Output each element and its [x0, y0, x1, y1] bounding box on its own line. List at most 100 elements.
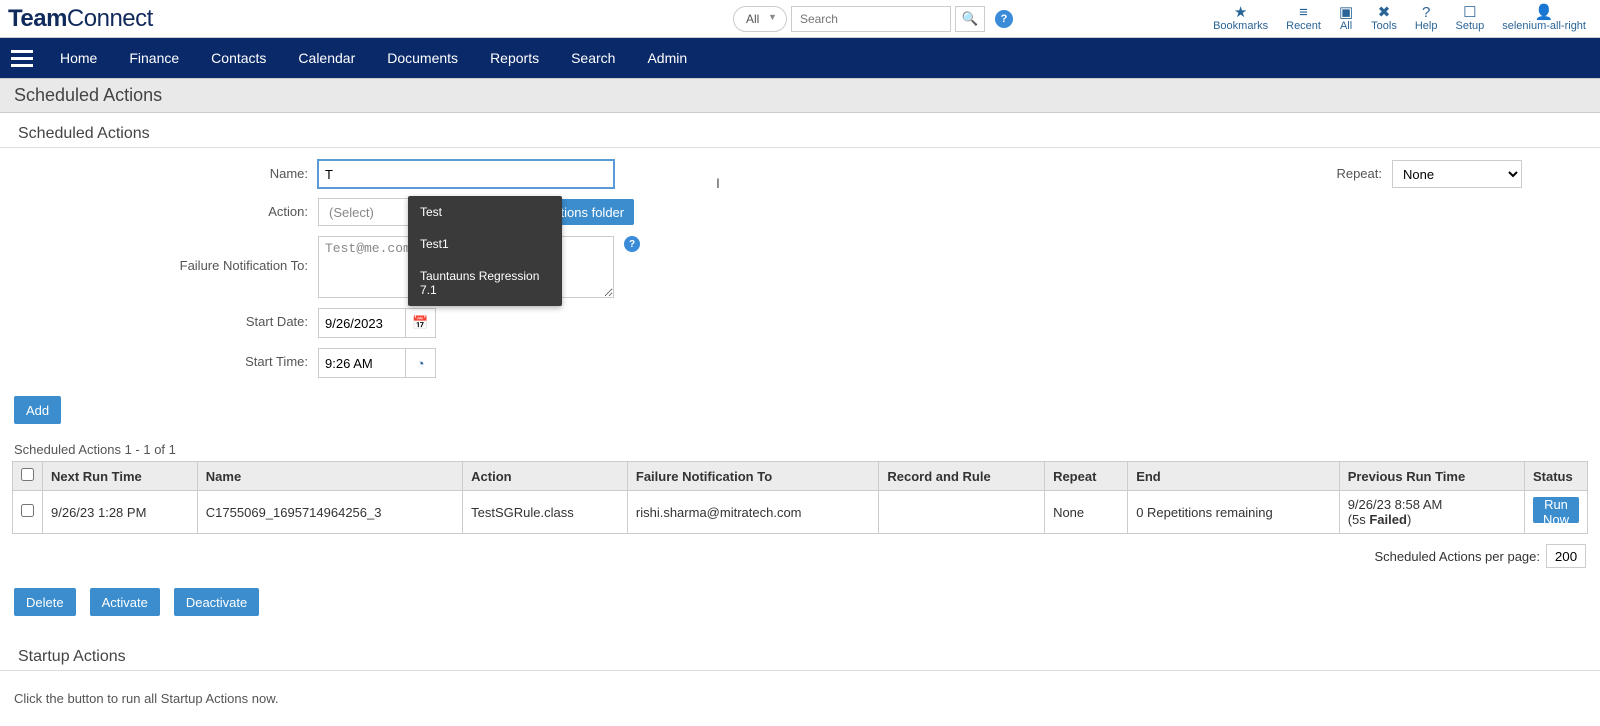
select-all-checkbox[interactable] [21, 468, 34, 481]
table-row: 9/26/23 1:28 PM C1755069_1695714964256_3… [13, 491, 1588, 534]
header-record-rule[interactable]: Record and Rule [879, 462, 1045, 491]
search-button[interactable]: 🔍 [955, 6, 985, 32]
add-row: Add [0, 388, 1600, 432]
section-title: Scheduled Actions [0, 113, 1600, 148]
brand-bold: Team [8, 5, 67, 32]
ac-item[interactable]: Test [408, 196, 562, 228]
search-filter-wrap: All [733, 6, 787, 32]
name-autocomplete: Test Test1 Tauntauns Regression 7.1 [408, 196, 562, 306]
row-start-date: Start Date: 📅 [18, 308, 658, 338]
nav-admin[interactable]: Admin [631, 38, 703, 78]
top-link-user[interactable]: 👤selenium-all-right [1502, 5, 1586, 32]
ac-item[interactable]: Test1 [408, 228, 562, 260]
row-failure-to: Failure Notification To: ? [18, 236, 658, 298]
star-icon: ★ [1234, 5, 1247, 20]
help-icon[interactable]: ? [995, 10, 1013, 28]
label-name: Name: [18, 160, 318, 188]
search-icon: 🔍 [962, 11, 979, 27]
label-failure-to: Failure Notification To: [18, 236, 318, 274]
monitor-icon: ☐ [1463, 5, 1476, 20]
top-link-bookmarks[interactable]: ★Bookmarks [1213, 5, 1268, 32]
search-filter-select[interactable]: All [733, 6, 787, 32]
cell-next-run: 9/26/23 1:28 PM [43, 491, 198, 534]
header-repeat[interactable]: Repeat [1045, 462, 1128, 491]
top-link-tools[interactable]: ✖Tools [1371, 5, 1397, 32]
nav-home[interactable]: Home [44, 38, 113, 78]
header-next-run[interactable]: Next Run Time [43, 462, 198, 491]
user-icon: 👤 [1535, 5, 1554, 20]
search-input[interactable] [791, 6, 951, 32]
table-header-row: Next Run Time Name Action Failure Notifi… [13, 462, 1588, 491]
cell-action: TestSGRule.class [463, 491, 628, 534]
form-right: Repeat: None [1336, 160, 1582, 388]
header-name[interactable]: Name [197, 462, 462, 491]
startup-actions-title: Startup Actions [0, 636, 1600, 671]
top-link-all[interactable]: ▣All [1339, 5, 1353, 32]
folder-icon: ▣ [1339, 5, 1353, 20]
cell-failure-to: rishi.sharma@mitratech.com [627, 491, 879, 534]
form-left: Name: I Action: (Select) Go To Actions f… [18, 160, 658, 388]
start-time-input[interactable] [319, 349, 405, 377]
page-title: Scheduled Actions [0, 78, 1600, 113]
cell-prev-run: 9/26/23 8:58 AM (5s Failed) [1339, 491, 1524, 534]
nav-finance[interactable]: Finance [113, 38, 195, 78]
text-cursor-icon: I [716, 175, 720, 191]
top-link-recent[interactable]: ≡Recent [1286, 5, 1321, 32]
deactivate-button[interactable]: Deactivate [174, 588, 259, 616]
table-caption: Scheduled Actions 1 - 1 of 1 [0, 432, 1600, 461]
cell-status: Run Now [1525, 491, 1588, 534]
label-action: Action: [18, 198, 318, 226]
start-time-wrap: ◔ [318, 348, 436, 378]
header-failure-to[interactable]: Failure Notification To [627, 462, 879, 491]
help-icon[interactable]: ? [624, 236, 640, 252]
form-wrap: Name: I Action: (Select) Go To Actions f… [0, 160, 1600, 388]
nav-reports[interactable]: Reports [474, 38, 555, 78]
header-action[interactable]: Action [463, 462, 628, 491]
row-name: Name: I [18, 160, 658, 188]
per-page-label: Scheduled Actions per page: [1374, 549, 1540, 564]
label-start-date: Start Date: [18, 308, 318, 336]
add-button[interactable]: Add [14, 396, 61, 424]
startup-hint: Click the button to run all Startup Acti… [0, 683, 1600, 726]
label-start-time: Start Time: [18, 348, 318, 376]
brand-logo: TeamConnect [8, 5, 153, 33]
nav-items: Home Finance Contacts Calendar Documents… [44, 38, 703, 78]
nav-documents[interactable]: Documents [371, 38, 474, 78]
per-page-row: Scheduled Actions per page: [0, 534, 1600, 578]
ac-item[interactable]: Tauntauns Regression 7.1 [408, 260, 562, 306]
nav-search[interactable]: Search [555, 38, 631, 78]
nav-calendar[interactable]: Calendar [282, 38, 371, 78]
per-page-input[interactable] [1546, 544, 1586, 568]
calendar-icon[interactable]: 📅 [405, 309, 435, 337]
row-checkbox-cell [13, 491, 43, 534]
top-header: TeamConnect All 🔍 ? ★Bookmarks ≡Recent ▣… [0, 0, 1600, 38]
cell-name: C1755069_1695714964256_3 [197, 491, 462, 534]
scheduled-actions-table: Next Run Time Name Action Failure Notifi… [12, 461, 1588, 534]
run-now-button[interactable]: Run Now [1533, 497, 1579, 523]
start-date-wrap: 📅 [318, 308, 436, 338]
header-status[interactable]: Status [1525, 462, 1588, 491]
repeat-select[interactable]: None [1392, 160, 1522, 188]
row-checkbox[interactable] [21, 504, 34, 517]
row-action: Action: (Select) Go To Actions folder [18, 198, 658, 226]
label-repeat: Repeat: [1336, 160, 1392, 188]
start-date-input[interactable] [319, 309, 405, 337]
header-checkbox [13, 462, 43, 491]
top-links: ★Bookmarks ≡Recent ▣All ✖Tools ?Help ☐Se… [1213, 5, 1586, 32]
nav-contacts[interactable]: Contacts [195, 38, 282, 78]
delete-button[interactable]: Delete [14, 588, 76, 616]
question-icon: ? [1422, 5, 1430, 20]
hamburger-menu[interactable] [0, 38, 44, 78]
header-prev-run[interactable]: Previous Run Time [1339, 462, 1524, 491]
list-icon: ≡ [1299, 5, 1308, 20]
top-link-help[interactable]: ?Help [1415, 5, 1438, 32]
name-input[interactable] [318, 160, 614, 188]
bulk-actions: Delete Activate Deactivate [0, 578, 1600, 636]
activate-button[interactable]: Activate [90, 588, 160, 616]
tools-icon: ✖ [1378, 5, 1391, 20]
top-link-setup[interactable]: ☐Setup [1455, 5, 1484, 32]
cell-end: 0 Repetitions remaining [1128, 491, 1340, 534]
row-repeat: Repeat: None [1336, 160, 1522, 188]
header-end[interactable]: End [1128, 462, 1340, 491]
clock-icon[interactable]: ◔ [405, 349, 435, 377]
